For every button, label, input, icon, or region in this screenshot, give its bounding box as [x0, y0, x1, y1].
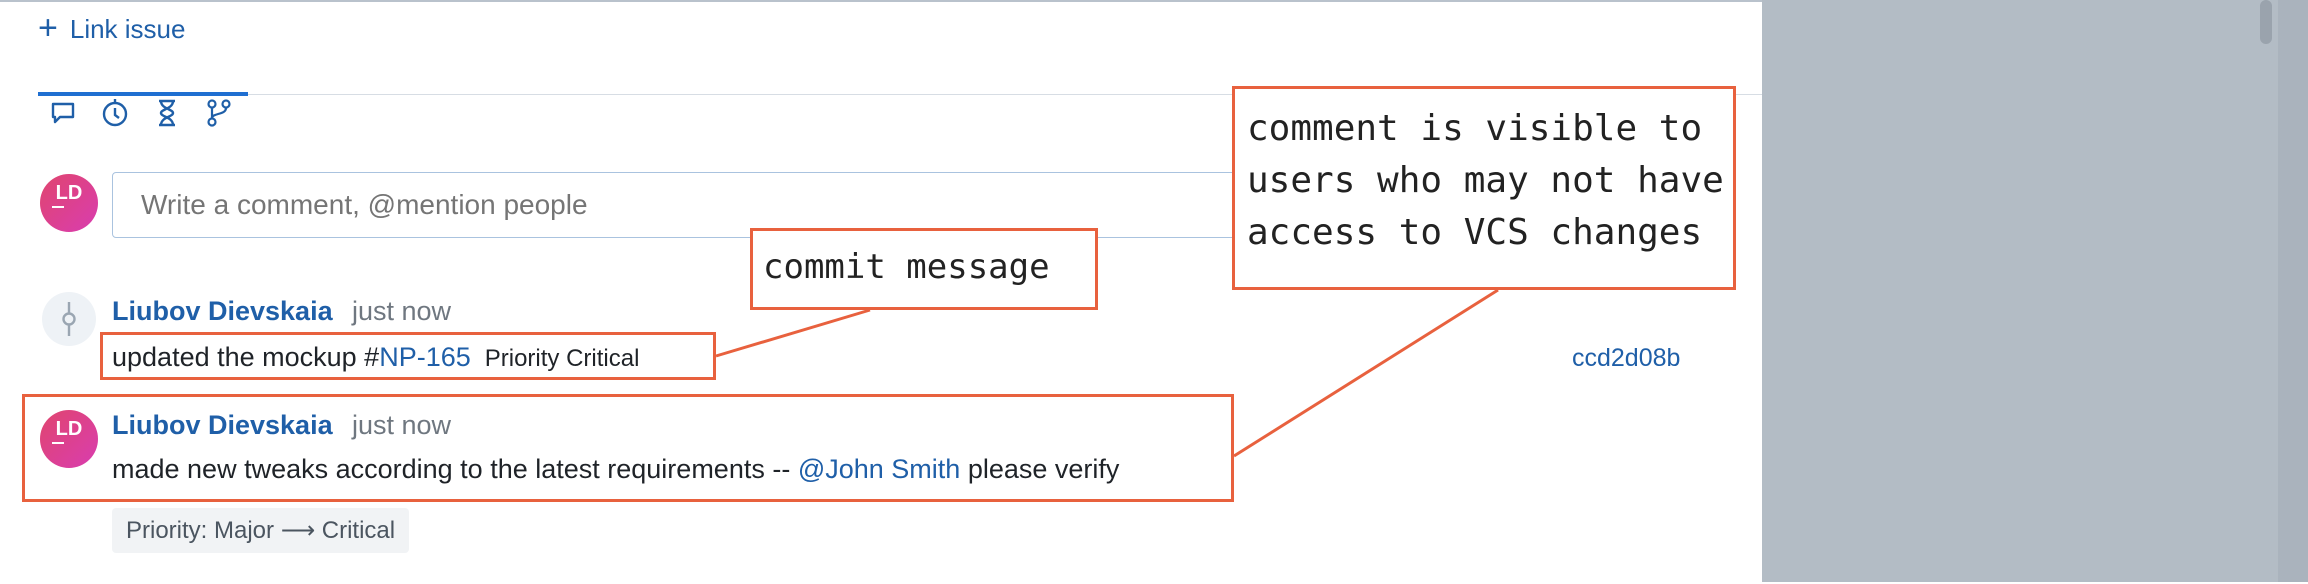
- issue-activity-panel: + Link issue LD Liubov Dievskaia just no…: [0, 0, 1762, 584]
- sidebar-edge: [2278, 0, 2308, 582]
- tab-time-tracking[interactable]: [152, 98, 182, 128]
- commit-message-note: commit message: [750, 228, 1098, 310]
- commit-highlight-box: [100, 332, 716, 380]
- active-tab-indicator: [38, 92, 248, 96]
- comment-highlight-box: [22, 394, 1234, 502]
- plus-icon: +: [38, 8, 58, 47]
- tab-comments[interactable]: [48, 98, 78, 128]
- activity-tabs: [48, 98, 234, 128]
- commit-hash-link[interactable]: ccd2d08b: [1572, 344, 1680, 373]
- tab-history[interactable]: [100, 98, 130, 128]
- link-issue-label: Link issue: [69, 14, 186, 44]
- link-issue-button[interactable]: + Link issue: [38, 8, 186, 47]
- commit-author[interactable]: Liubov Dievskaia: [112, 296, 333, 327]
- tab-vcs[interactable]: [204, 98, 234, 128]
- commit-icon: [42, 292, 96, 346]
- commit-time: just now: [352, 296, 452, 326]
- branch-icon: [207, 99, 231, 127]
- comment-icon: [51, 102, 75, 124]
- avatar: LD: [40, 174, 98, 232]
- scrollbar[interactable]: [2260, 0, 2272, 44]
- history-icon: [102, 99, 128, 127]
- issue-fields-sidebar-overlay: [1762, 0, 2308, 582]
- field-change-badge: Priority: Major ⟶ Critical: [112, 508, 410, 553]
- avatar-initials: LD: [55, 182, 83, 204]
- visibility-note: comment is visible to users who may not …: [1232, 86, 1736, 290]
- hourglass-icon: [159, 99, 175, 127]
